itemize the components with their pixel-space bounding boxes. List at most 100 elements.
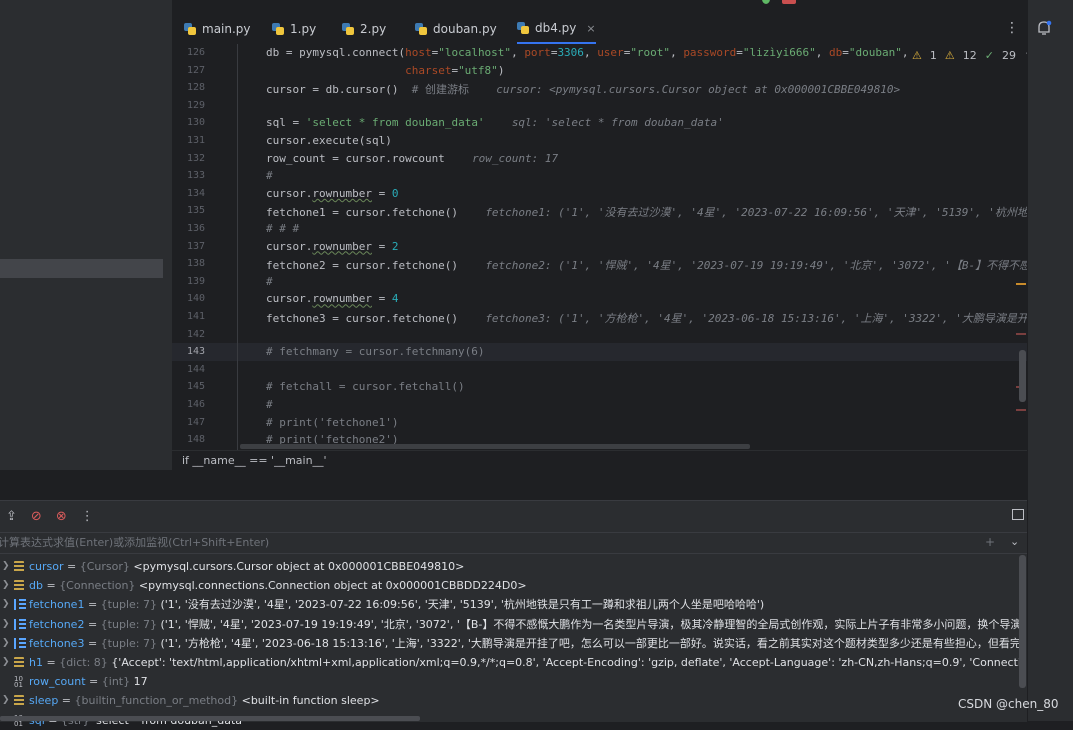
marker[interactable] <box>1016 333 1026 335</box>
run-icon[interactable] <box>762 0 770 4</box>
line-number[interactable]: 126 <box>172 47 205 58</box>
line-number[interactable]: 131 <box>172 135 205 146</box>
variable-row[interactable]: ❯ cursor = {Cursor} <pymysql.cursors.Curs… <box>0 557 1023 576</box>
line-number[interactable]: 137 <box>172 241 205 252</box>
variable-type: {int} <box>101 675 134 689</box>
variable-row[interactable]: ❯ db = {Connection} <pymysql.connections.… <box>0 576 1023 595</box>
variable-row[interactable]: ❯ fetchone1 = {tuple: 7} ('1', '没有去过沙漠', … <box>0 595 1023 614</box>
variable-name: fetchone3 <box>29 636 85 650</box>
code-line[interactable]: 130 sql = 'select * from douban_data' sql… <box>172 114 1027 132</box>
more-tabs-icon[interactable]: ⋮ <box>1005 20 1019 36</box>
code-line[interactable]: 129 <box>172 97 1027 115</box>
code-line[interactable]: 143 # fetchmany = cursor.fetchmany(6) <box>172 343 1027 361</box>
code-line[interactable]: 132 row_count = cursor.rowcount row_count… <box>172 150 1027 168</box>
marker[interactable] <box>1016 409 1026 411</box>
project-tree-selected-item[interactable] <box>0 259 163 278</box>
expand-icon[interactable]: ❯ <box>2 653 10 672</box>
line-number[interactable]: 148 <box>172 434 205 445</box>
editor-horizontal-scrollbar[interactable] <box>240 444 750 449</box>
line-number[interactable]: 139 <box>172 276 205 287</box>
object-icon <box>14 561 24 572</box>
variables-horizontal-scrollbar[interactable] <box>0 716 420 721</box>
expand-icon[interactable]: ❯ <box>2 595 10 614</box>
tab-db4-py[interactable]: db4.py × <box>517 14 596 44</box>
variable-type: {tuple: 7} <box>100 598 161 612</box>
code-line[interactable]: 137 cursor.rownumber = 2 <box>172 238 1027 256</box>
more-icon[interactable]: ⋮ <box>81 509 94 524</box>
warning-marker[interactable] <box>1016 283 1026 285</box>
notifications-icon[interactable] <box>1036 20 1052 36</box>
breadcrumb[interactable]: if __name__ == '__main__' <box>172 450 1027 470</box>
object-icon <box>14 580 24 592</box>
tab-douban-py[interactable]: douban.py <box>415 14 497 44</box>
breakpoints-icon[interactable]: ⊘ <box>31 509 42 524</box>
stop-icon[interactable] <box>782 0 796 4</box>
chevron-down-icon[interactable]: ⌄ <box>1010 535 1019 548</box>
code-line[interactable]: 135 fetchone1 = cursor.fetchone() fetchon… <box>172 202 1027 220</box>
code-line[interactable]: 141 fetchone3 = cursor.fetchone() fetchon… <box>172 308 1027 326</box>
expand-icon[interactable]: ❯ <box>2 615 10 634</box>
line-number[interactable]: 134 <box>172 188 205 199</box>
line-number[interactable]: 146 <box>172 399 205 410</box>
line-number[interactable]: 136 <box>172 223 205 234</box>
editor-scrollbar[interactable] <box>1019 350 1026 402</box>
layout-icon[interactable] <box>1012 509 1024 520</box>
code-line[interactable]: 145 # fetchall = cursor.fetchall() <box>172 378 1027 396</box>
code-editor[interactable]: 126 db = pymysql.connect(host="localhost"… <box>172 44 1027 450</box>
mute-breakpoints-icon[interactable]: ⊗ <box>56 509 67 524</box>
variable-row[interactable]: 10 01 row_count = {int} 17 <box>0 672 1023 691</box>
line-number[interactable]: 138 <box>172 258 205 269</box>
variable-value: 17 <box>133 675 148 689</box>
close-icon[interactable]: × <box>586 22 595 35</box>
line-number[interactable]: 132 <box>172 153 205 164</box>
line-number[interactable]: 128 <box>172 82 205 93</box>
code-line[interactable]: 128 cursor = db.cursor() # 创建游标 cursor: <… <box>172 79 1027 97</box>
evaluate-expression-input[interactable]: 计算表达式求值(Enter)或添加监视(Ctrl+Shift+Enter) <box>0 532 1027 554</box>
tab-main-py[interactable]: main.py <box>184 14 251 44</box>
expand-icon[interactable]: ❯ <box>2 634 10 653</box>
variable-text: cursor = {Cursor} <pymysql.cursors.Curso… <box>29 557 464 576</box>
variable-text: fetchone2 = {tuple: 7} ('1', '悍贼', '4星',… <box>29 615 1023 634</box>
line-number[interactable]: 133 <box>172 170 205 181</box>
weak-warning-count: 12 <box>962 48 977 62</box>
code-line[interactable]: 144 <box>172 361 1027 379</box>
expand-icon[interactable]: ❯ <box>2 691 10 710</box>
variable-row[interactable]: ❯ fetchone3 = {tuple: 7} ('1', '方枪枪', '4星… <box>0 634 1023 653</box>
line-number[interactable]: 140 <box>172 293 205 304</box>
line-number[interactable]: 145 <box>172 381 205 392</box>
variables-scrollbar[interactable] <box>1019 555 1026 688</box>
line-number[interactable]: 144 <box>172 364 205 375</box>
line-number[interactable]: 129 <box>172 100 205 111</box>
line-number[interactable]: 127 <box>172 65 205 76</box>
export-icon[interactable]: ⇪ <box>6 509 17 524</box>
code-line[interactable]: 133 # <box>172 167 1027 185</box>
line-number[interactable]: 141 <box>172 311 205 322</box>
code-line[interactable]: 134 cursor.rownumber = 0 <box>172 185 1027 203</box>
evaluate-placeholder: 计算表达式求值(Enter)或添加监视(Ctrl+Shift+Enter) <box>0 536 270 549</box>
code-line[interactable]: 147 # print('fetchone1') <box>172 414 1027 432</box>
code-line[interactable]: 126 db = pymysql.connect(host="localhost"… <box>172 44 1027 62</box>
add-watch-icon[interactable]: + <box>985 535 995 549</box>
expand-icon[interactable]: ❯ <box>2 576 10 595</box>
line-number[interactable]: 142 <box>172 329 205 340</box>
tab-2-py[interactable]: 2.py <box>342 14 386 44</box>
line-number[interactable]: 147 <box>172 417 205 428</box>
line-number[interactable]: 130 <box>172 117 205 128</box>
code-line[interactable]: 136 # # # <box>172 220 1027 238</box>
code-line[interactable]: 140 cursor.rownumber = 4 <box>172 290 1027 308</box>
code-line[interactable]: 139 # <box>172 273 1027 291</box>
code-line[interactable]: 142 <box>172 326 1027 344</box>
code-line[interactable]: 127 charset="utf8") <box>172 62 1027 80</box>
code-line[interactable]: 131 cursor.execute(sql) <box>172 132 1027 150</box>
code-text: fetchone3 = cursor.fetchone() fetchone3:… <box>266 312 1027 325</box>
tab-1-py[interactable]: 1.py <box>272 14 316 44</box>
line-number[interactable]: 143 <box>172 346 205 357</box>
code-line[interactable]: 138 fetchone2 = cursor.fetchone() fetchon… <box>172 255 1027 273</box>
variable-row[interactable]: ❯ sleep = {builtin_function_or_method} <b… <box>0 691 1023 710</box>
expand-icon[interactable]: ❯ <box>2 557 10 576</box>
code-line[interactable]: 146 # <box>172 396 1027 414</box>
code-text: # <box>266 274 273 288</box>
variable-row[interactable]: ❯ fetchone2 = {tuple: 7} ('1', '悍贼', '4星'… <box>0 615 1023 634</box>
variable-row[interactable]: ❯ h1 = {dict: 8} {'Accept': 'text/html,ap… <box>0 653 1023 672</box>
line-number[interactable]: 135 <box>172 205 205 216</box>
